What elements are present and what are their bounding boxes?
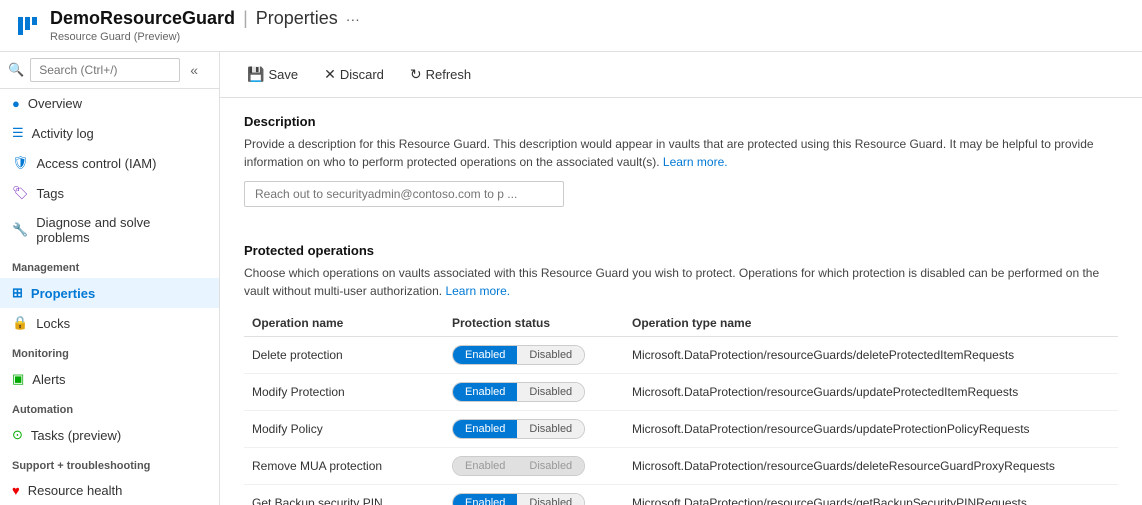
enabled-toggle-button[interactable]: Enabled: [453, 420, 517, 438]
table-row: Modify Policy EnabledDisabled Microsoft.Da…: [244, 411, 1118, 448]
enabled-toggle-button[interactable]: Enabled: [453, 346, 517, 364]
description-section: Description Provide a description for th…: [244, 114, 1118, 227]
description-title: Description: [244, 114, 1118, 129]
sidebar-search-bar: 🔍 «: [0, 52, 219, 89]
operations-table: Operation name Protection status Operati…: [244, 310, 1118, 505]
sidebar-item-activity-log[interactable]: ☰ Activity log: [0, 118, 219, 148]
content-body: Description Provide a description for th…: [220, 98, 1142, 505]
operation-type-cell: Microsoft.DataProtection/resourceGuards/…: [624, 411, 1118, 448]
operation-name-cell: Delete protection: [244, 337, 444, 374]
search-input[interactable]: [30, 58, 180, 82]
disabled-toggle-button[interactable]: Disabled: [517, 346, 584, 364]
sidebar: 🔍 « ● Overview ☰ Activity log 🛡 Access c…: [0, 52, 220, 505]
protection-status-cell: EnabledDisabled: [444, 485, 624, 505]
operation-name-cell: Modify Protection: [244, 374, 444, 411]
access-control-icon: 🛡: [12, 155, 29, 171]
breadcrumb: Resource Guard (Preview): [50, 31, 360, 43]
section-label-automation: Automation: [0, 394, 219, 420]
operation-name-cell: Remove MUA protection: [244, 448, 444, 485]
description-learn-more-link[interactable]: Learn more.: [663, 155, 728, 169]
col-header-operation-name: Operation name: [244, 310, 444, 337]
table-row: Delete protection EnabledDisabled Microsof…: [244, 337, 1118, 374]
alerts-icon: ▣: [12, 371, 24, 387]
sidebar-item-alerts[interactable]: ▣ Alerts: [0, 364, 219, 394]
enabled-toggle-button[interactable]: Enabled: [453, 383, 517, 401]
sidebar-item-diagnose[interactable]: 🔧 Diagnose and solve problems: [0, 208, 219, 252]
diagnose-icon: 🔧: [12, 222, 28, 238]
description-text: Provide a description for this Resource …: [244, 135, 1118, 171]
disabled-toggle-button[interactable]: Disabled: [517, 494, 584, 505]
sidebar-item-overview[interactable]: ● Overview: [0, 89, 219, 118]
page-title: DemoResourceGuard: [50, 8, 235, 29]
operation-type-cell: Microsoft.DataProtection/resourceGuards/…: [624, 485, 1118, 505]
disabled-toggle-button[interactable]: Disabled: [517, 420, 584, 438]
section-label-monitoring: Monitoring: [0, 338, 219, 364]
section-label-support: Support + troubleshooting: [0, 450, 219, 476]
sidebar-item-locks[interactable]: 🔒 Locks: [0, 308, 219, 338]
disabled-toggle-button[interactable]: Disabled: [517, 457, 584, 475]
toggle-group: EnabledDisabled: [452, 493, 585, 505]
discard-button[interactable]: ✕ Discard: [313, 60, 395, 89]
search-icon: 🔍: [8, 62, 24, 78]
sidebar-item-tags[interactable]: 🏷 Tags: [0, 178, 219, 208]
sidebar-item-resource-health[interactable]: ♥ Resource health: [0, 476, 219, 505]
resource-health-icon: ♥: [12, 483, 20, 498]
toggle-group: EnabledDisabled: [452, 419, 585, 439]
azure-logo: [16, 15, 38, 37]
collapse-sidebar-button[interactable]: «: [186, 60, 202, 80]
refresh-button[interactable]: ↻ Refresh: [399, 60, 482, 89]
protected-ops-learn-more-link[interactable]: Learn more.: [445, 284, 510, 298]
toggle-group: EnabledDisabled: [452, 456, 585, 476]
table-row: Remove MUA protection EnabledDisabled Micr…: [244, 448, 1118, 485]
enabled-toggle-button[interactable]: Enabled: [453, 494, 517, 505]
sidebar-item-tasks[interactable]: ⊙ Tasks (preview): [0, 420, 219, 450]
sidebar-item-properties[interactable]: ⊞ Properties: [0, 278, 219, 308]
protection-status-cell: EnabledDisabled: [444, 411, 624, 448]
table-row: Modify Protection EnabledDisabled Microsof…: [244, 374, 1118, 411]
operation-name-cell: Get Backup security PIN: [244, 485, 444, 505]
toolbar: 💾 Save ✕ Discard ↻ Refresh: [220, 52, 1142, 98]
page-subtitle: Properties: [256, 8, 338, 29]
discard-icon: ✕: [324, 66, 336, 83]
top-header: DemoResourceGuard | Properties ··· Resou…: [0, 0, 1142, 52]
toggle-group: EnabledDisabled: [452, 345, 585, 365]
tags-icon: 🏷: [12, 185, 29, 201]
protection-status-cell: EnabledDisabled: [444, 337, 624, 374]
protection-status-cell: EnabledDisabled: [444, 374, 624, 411]
save-icon: 💾: [247, 66, 264, 83]
table-row: Get Backup security PIN EnabledDisabled Mi…: [244, 485, 1118, 505]
main-content: 💾 Save ✕ Discard ↻ Refresh Description P…: [220, 52, 1142, 505]
overview-icon: ●: [12, 96, 20, 111]
protected-operations-section: Protected operations Choose which operat…: [244, 243, 1118, 505]
refresh-icon: ↻: [410, 66, 422, 83]
operation-type-cell: Microsoft.DataProtection/resourceGuards/…: [624, 448, 1118, 485]
tasks-icon: ⊙: [12, 427, 23, 443]
protected-ops-desc: Choose which operations on vaults associ…: [244, 264, 1118, 300]
locks-icon: 🔒: [12, 315, 28, 331]
operation-name-cell: Modify Policy: [244, 411, 444, 448]
toggle-group: EnabledDisabled: [452, 382, 585, 402]
enabled-toggle-button[interactable]: Enabled: [453, 457, 517, 475]
col-header-protection-status: Protection status: [444, 310, 624, 337]
section-label-management: Management: [0, 252, 219, 278]
more-options-icon[interactable]: ···: [346, 11, 360, 27]
description-input[interactable]: [244, 181, 564, 207]
protection-status-cell: EnabledDisabled: [444, 448, 624, 485]
save-button[interactable]: 💾 Save: [236, 60, 309, 89]
col-header-operation-type: Operation type name: [624, 310, 1118, 337]
protected-ops-title: Protected operations: [244, 243, 1118, 258]
header-separator: |: [243, 8, 248, 29]
header-title-group: DemoResourceGuard | Properties ··· Resou…: [50, 8, 360, 43]
activity-log-icon: ☰: [12, 125, 24, 141]
azure-logo-icon: [16, 15, 38, 37]
properties-icon: ⊞: [12, 285, 23, 301]
operation-type-cell: Microsoft.DataProtection/resourceGuards/…: [624, 337, 1118, 374]
sidebar-item-access-control[interactable]: 🛡 Access control (IAM): [0, 148, 219, 178]
disabled-toggle-button[interactable]: Disabled: [517, 383, 584, 401]
operation-type-cell: Microsoft.DataProtection/resourceGuards/…: [624, 374, 1118, 411]
